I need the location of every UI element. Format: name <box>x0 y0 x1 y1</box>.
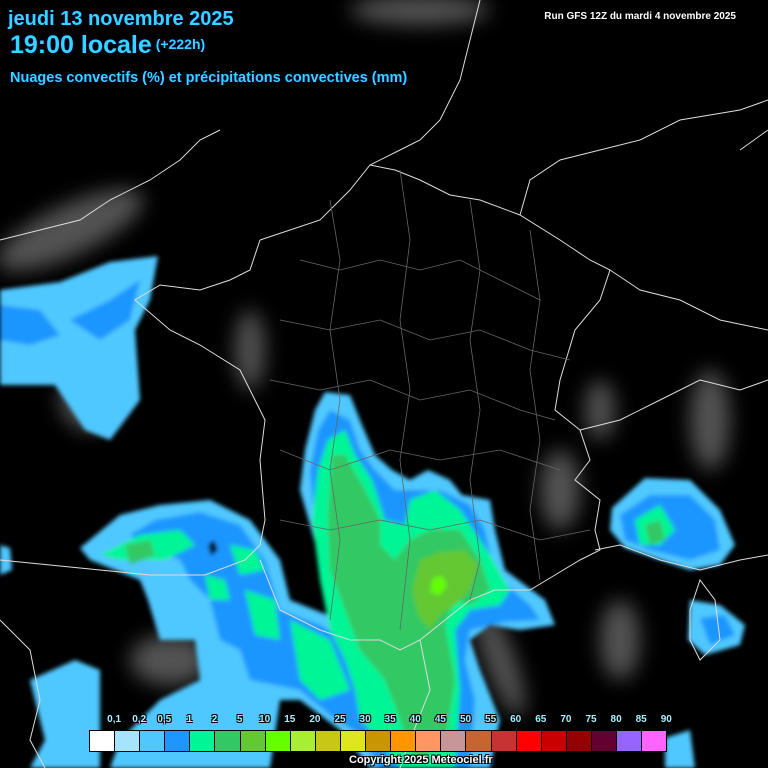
legend-label: 0,2 <box>132 714 147 725</box>
legend-swatch <box>441 731 467 751</box>
legend-label: 0,1 <box>107 714 122 725</box>
legend-label: 70 <box>560 714 572 725</box>
legend-label: 20 <box>309 714 321 725</box>
legend-swatch <box>315 731 341 751</box>
legend-swatch <box>566 731 592 751</box>
legend-swatch <box>265 731 291 751</box>
legend-swatch <box>165 731 191 751</box>
legend-label: 45 <box>434 714 446 725</box>
legend-label: 1 <box>186 714 193 725</box>
legend-label: 80 <box>610 714 622 725</box>
legend-swatch <box>290 731 316 751</box>
weather-map: jeudi 13 novembre 2025 19:00 locale (+222… <box>0 0 768 768</box>
legend-swatch <box>541 731 567 751</box>
legend-swatch <box>240 731 266 751</box>
legend-swatch <box>140 731 166 751</box>
map-canvas <box>0 0 768 768</box>
legend-label: 75 <box>585 714 597 725</box>
legend-label: 0,5 <box>157 714 172 725</box>
legend-label: 5 <box>236 714 243 725</box>
copyright: Copyright 2025 Meteociel.fr <box>349 754 493 766</box>
legend-label: 40 <box>409 714 421 725</box>
forecast-lead-time: (+222h) <box>155 36 206 52</box>
model-run-label: Run GFS 12Z du mardi 4 novembre 2025 <box>544 11 736 22</box>
legend-label: 90 <box>660 714 672 725</box>
legend-swatch <box>466 731 492 751</box>
legend-swatch <box>340 731 367 751</box>
legend-label: 25 <box>334 714 346 725</box>
legend-label: 2 <box>211 714 218 725</box>
legend-swatch <box>491 731 517 751</box>
precipitation-layer <box>0 256 745 768</box>
legend-label: 15 <box>284 714 296 725</box>
legend-label: 10 <box>259 714 271 725</box>
legend-label: 30 <box>359 714 371 725</box>
legend-swatch <box>391 731 417 751</box>
color-legend <box>89 730 668 752</box>
legend-swatch <box>591 731 617 751</box>
legend-label: 65 <box>535 714 547 725</box>
legend-swatch <box>366 731 392 751</box>
forecast-time-line: 19:00 locale (+222h) <box>10 31 205 60</box>
legend-swatch <box>516 731 542 751</box>
legend-swatch <box>616 731 643 751</box>
legend-swatch <box>215 731 241 751</box>
legend-label: 85 <box>635 714 647 725</box>
legend-label: 55 <box>485 714 497 725</box>
forecast-time: 19:00 locale <box>10 31 152 59</box>
legend-label: 35 <box>384 714 396 725</box>
legend-label: 60 <box>510 714 522 725</box>
legend-swatch <box>190 731 216 751</box>
legend-swatch <box>416 731 442 751</box>
legend-swatch <box>642 731 667 751</box>
forecast-date: jeudi 13 novembre 2025 <box>8 8 234 30</box>
legend-swatch <box>115 731 141 751</box>
map-subtitle: Nuages convectifs (%) et précipitations … <box>10 70 408 86</box>
legend-swatch <box>90 731 116 751</box>
legend-label: 50 <box>459 714 472 725</box>
